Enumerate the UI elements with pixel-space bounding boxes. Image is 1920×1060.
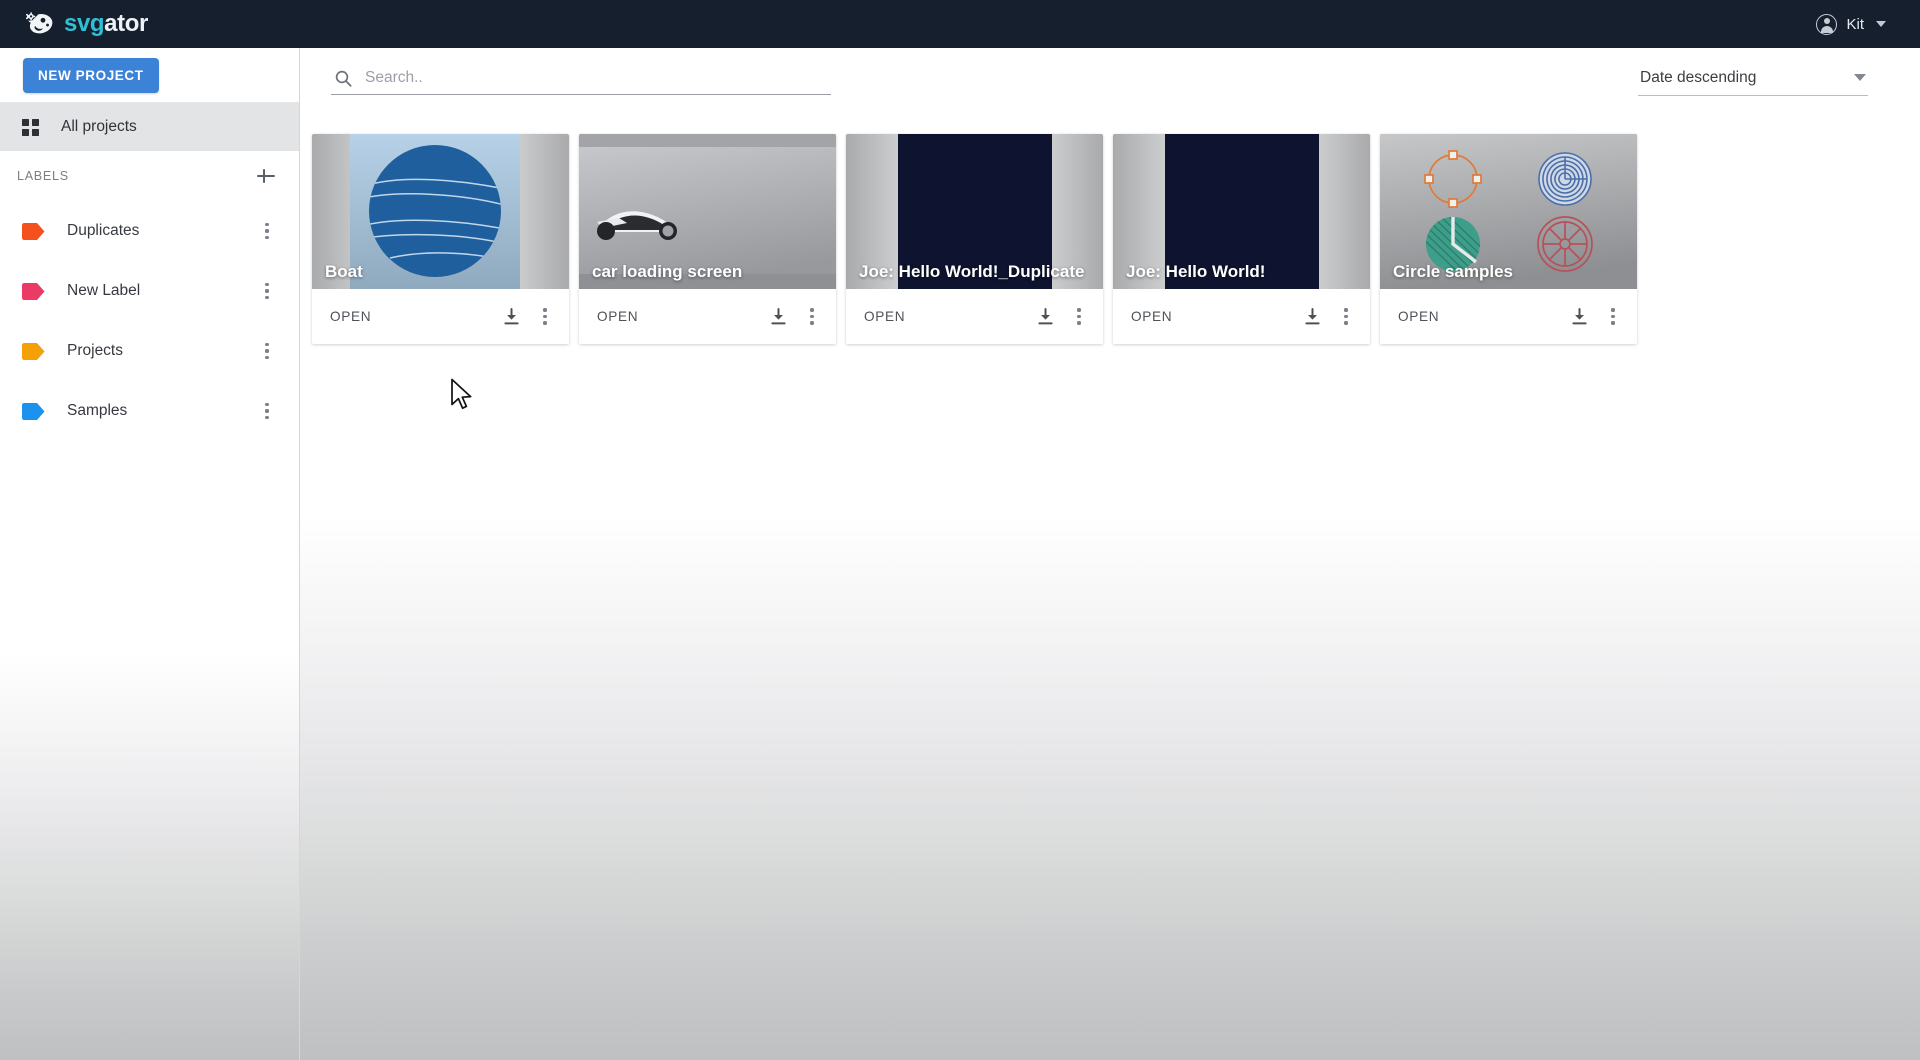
project-card[interactable]: Boat OPEN bbox=[312, 134, 569, 344]
chevron-down-icon bbox=[1876, 21, 1886, 27]
sidebar-header: NEW PROJECT bbox=[0, 48, 299, 103]
labels-section-title: LABELS bbox=[17, 169, 69, 183]
card-kebab-menu-icon[interactable] bbox=[1336, 306, 1356, 328]
download-icon[interactable] bbox=[1570, 307, 1589, 326]
sidebar-label-item[interactable]: Duplicates bbox=[0, 201, 299, 261]
brand-text-secondary: ator bbox=[104, 10, 148, 37]
sidebar-label-name: New Label bbox=[67, 282, 141, 299]
sidebar-label-name: Samples bbox=[67, 402, 128, 419]
project-title: Joe: Hello World! bbox=[1126, 261, 1266, 281]
card-actions bbox=[502, 306, 555, 328]
project-card-footer: OPEN bbox=[579, 289, 836, 344]
add-label-button[interactable] bbox=[255, 165, 277, 187]
sidebar-label-item[interactable]: New Label bbox=[0, 261, 299, 321]
project-card[interactable]: Joe: Hello World! OPEN bbox=[1113, 134, 1370, 344]
project-thumbnail[interactable]: Joe: Hello World!_Duplicate bbox=[846, 134, 1103, 289]
top-bar: svgator Kit bbox=[0, 0, 1920, 48]
project-card[interactable]: Circle samples OPEN bbox=[1380, 134, 1637, 344]
open-project-button[interactable]: OPEN bbox=[1131, 309, 1172, 324]
project-thumbnail[interactable]: Joe: Hello World! bbox=[1113, 134, 1370, 289]
tag-icon bbox=[22, 402, 45, 420]
open-project-button[interactable]: OPEN bbox=[597, 309, 638, 324]
user-name-label: Kit bbox=[1846, 15, 1864, 33]
download-icon[interactable] bbox=[769, 307, 788, 326]
new-project-button[interactable]: NEW PROJECT bbox=[23, 57, 159, 93]
project-title: Joe: Hello World!_Duplicate bbox=[859, 261, 1085, 281]
main-content: Date descending BoatOPENcar loading scre… bbox=[301, 48, 1920, 1060]
open-project-button[interactable]: OPEN bbox=[1398, 309, 1439, 324]
project-grid: Boat OPEN car loading screen OPEN Joe: Hello… bbox=[301, 110, 1920, 344]
tag-icon bbox=[22, 282, 45, 300]
project-thumbnail[interactable]: car loading screen bbox=[579, 134, 836, 289]
project-card-footer: OPEN bbox=[846, 289, 1103, 344]
sidebar-empty-space bbox=[0, 441, 299, 1060]
card-actions bbox=[1570, 306, 1623, 328]
project-card-footer: OPEN bbox=[312, 289, 569, 344]
app-root: svgator Kit NEW PROJECT All projects LAB… bbox=[0, 0, 1920, 1060]
brand-logo[interactable]: svgator bbox=[26, 11, 148, 37]
card-kebab-menu-icon[interactable] bbox=[802, 306, 822, 328]
grid-icon bbox=[22, 118, 39, 136]
chevron-down-icon bbox=[1854, 74, 1866, 81]
project-title: Boat bbox=[325, 261, 363, 281]
sidebar-item-all-projects[interactable]: All projects bbox=[0, 103, 299, 151]
project-title: Circle samples bbox=[1393, 261, 1514, 281]
project-card-footer: OPEN bbox=[1113, 289, 1370, 344]
card-kebab-menu-icon[interactable] bbox=[1603, 306, 1623, 328]
brand-wordmark: svgator bbox=[64, 12, 148, 36]
user-menu[interactable]: Kit bbox=[1810, 10, 1892, 39]
user-avatar-icon bbox=[1816, 13, 1838, 35]
open-project-button[interactable]: OPEN bbox=[864, 309, 905, 324]
card-kebab-menu-icon[interactable] bbox=[1069, 306, 1089, 328]
card-actions bbox=[1036, 306, 1089, 328]
label-kebab-menu-icon[interactable] bbox=[257, 400, 277, 422]
download-icon[interactable] bbox=[502, 307, 521, 326]
label-kebab-menu-icon[interactable] bbox=[257, 220, 277, 242]
download-icon[interactable] bbox=[1303, 307, 1322, 326]
card-actions bbox=[769, 306, 822, 328]
sidebar: NEW PROJECT All projects LABELS Duplicat… bbox=[0, 48, 300, 1060]
tag-icon bbox=[22, 342, 45, 360]
project-card[interactable]: Joe: Hello World!_Duplicate OPEN bbox=[846, 134, 1103, 344]
label-list: Duplicates New Label Projects Samples bbox=[0, 201, 299, 441]
search-icon bbox=[335, 70, 352, 87]
labels-section-header: LABELS bbox=[0, 151, 299, 201]
brand-text-primary: svg bbox=[64, 10, 105, 37]
card-actions bbox=[1303, 306, 1356, 328]
search-field-wrapper[interactable] bbox=[331, 69, 831, 95]
label-kebab-menu-icon[interactable] bbox=[257, 340, 277, 362]
open-project-button[interactable]: OPEN bbox=[330, 309, 371, 324]
tag-icon bbox=[22, 222, 45, 240]
card-kebab-menu-icon[interactable] bbox=[535, 306, 555, 328]
sidebar-label-item[interactable]: Projects bbox=[0, 321, 299, 381]
sort-selected-value: Date descending bbox=[1640, 68, 1757, 86]
download-icon[interactable] bbox=[1036, 307, 1055, 326]
project-card-footer: OPEN bbox=[1380, 289, 1637, 344]
project-thumbnail[interactable]: Boat bbox=[312, 134, 569, 289]
project-title: car loading screen bbox=[592, 261, 743, 281]
sidebar-item-label: All projects bbox=[61, 118, 137, 135]
search-input[interactable] bbox=[365, 69, 827, 87]
sidebar-label-item[interactable]: Samples bbox=[0, 381, 299, 441]
sort-dropdown[interactable]: Date descending bbox=[1638, 69, 1868, 96]
sidebar-label-name: Duplicates bbox=[67, 222, 140, 239]
content-toolbar: Date descending bbox=[301, 48, 1920, 110]
project-card[interactable]: car loading screen OPEN bbox=[579, 134, 836, 344]
label-kebab-menu-icon[interactable] bbox=[257, 280, 277, 302]
sidebar-label-name: Projects bbox=[67, 342, 123, 359]
project-thumbnail[interactable]: Circle samples bbox=[1380, 134, 1637, 289]
svgator-mask-icon bbox=[26, 12, 53, 34]
